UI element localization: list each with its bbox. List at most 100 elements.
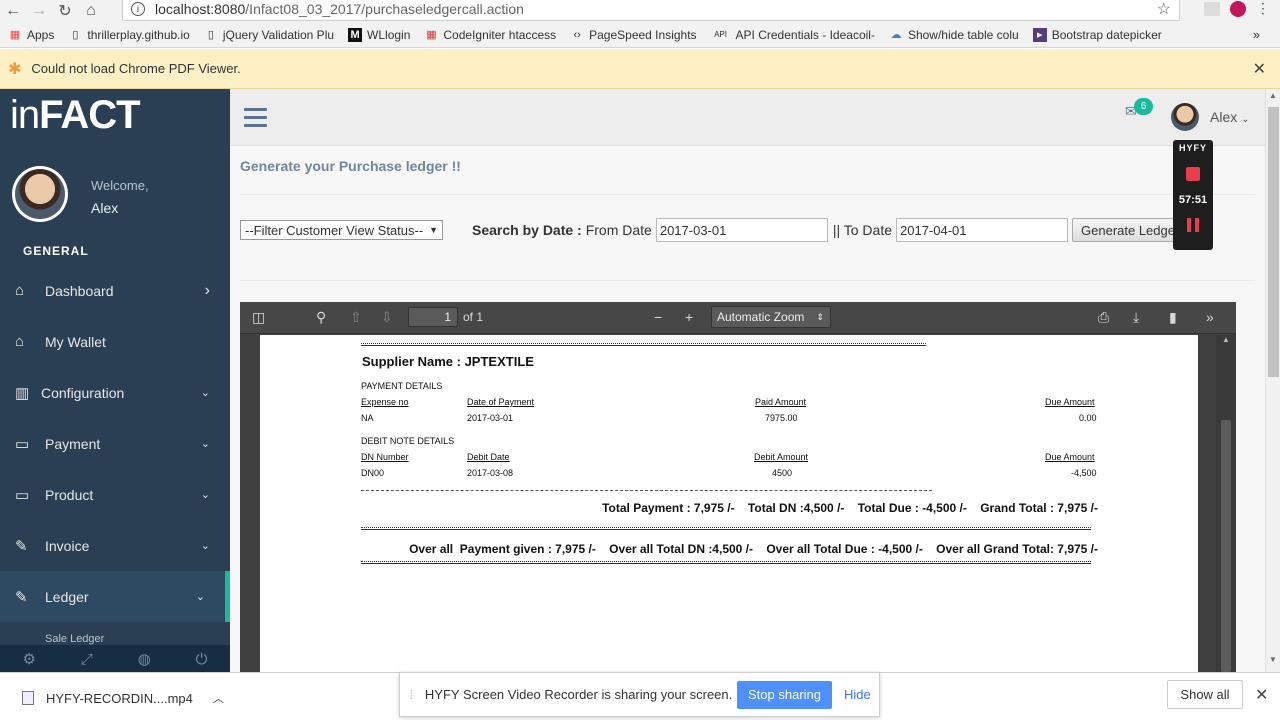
from-date-label: From Date — [585, 222, 652, 238]
menu-toggle-icon[interactable] — [244, 108, 267, 127]
payment-cell-paid: 7975.00 — [765, 413, 798, 423]
close-icon[interactable]: ✕ — [1255, 685, 1268, 705]
stop-record-icon[interactable] — [1186, 167, 1200, 181]
desktop-icon: ▭ — [15, 435, 30, 453]
close-icon[interactable]: ✕ — [1253, 59, 1266, 79]
bookmark-bootstrap-datepicker[interactable]: ▸ Bootstrap datepicker — [1032, 27, 1162, 42]
bookmark-icon[interactable]: ▮ — [1169, 309, 1177, 326]
share-message: HYFY Screen Video Recorder is sharing yo… — [424, 687, 733, 702]
sidebar-toggle-icon[interactable]: ◫ — [252, 309, 265, 326]
infobar-message: Could not load Chrome PDF Viewer. — [31, 61, 241, 76]
sidebar-item-payment[interactable]: ▭ Payment ⌄ — [0, 418, 230, 469]
pdf-scrollbar[interactable]: ▲ — [1216, 335, 1236, 672]
bookmark-wllogin[interactable]: M WLlogin — [348, 27, 410, 42]
more-bookmarks-icon[interactable]: » — [1253, 27, 1260, 42]
payment-details-title: PAYMENT DETAILS — [361, 381, 443, 391]
fullscreen-icon[interactable]: ⤢ — [81, 651, 93, 668]
drag-handle-icon[interactable]: ⦙ — [410, 687, 413, 703]
settings-icon[interactable]: ⚙ — [22, 650, 35, 668]
m-icon: M — [348, 27, 363, 42]
sidebar: inFACT Welcome, Alex GENERAL ⌂ Dashboard ›… — [0, 89, 230, 672]
chevron-down-icon: ⌄ — [200, 489, 210, 501]
divider — [240, 194, 1255, 195]
to-date-input[interactable]: 2017-04-01 — [896, 218, 1069, 242]
cloud-icon: ☁ — [890, 28, 902, 41]
search-icon[interactable]: ⚲ — [316, 309, 326, 326]
profile-extension-icon[interactable] — [1230, 0, 1246, 17]
back-icon[interactable]: ← — [0, 1, 26, 21]
stop-sharing-button[interactable]: Stop sharing — [737, 681, 832, 709]
download-icon[interactable]: ⤓ — [1133, 309, 1139, 326]
hide-button[interactable]: Hide — [844, 687, 871, 702]
next-page-icon[interactable]: ⇩ — [381, 309, 393, 326]
extension-icon[interactable] — [1204, 1, 1220, 16]
debit-cell-due: -4,500 — [1071, 468, 1097, 478]
pdf-scroll-thumb[interactable] — [1221, 420, 1231, 672]
debit-cell-amount: 4500 — [772, 468, 793, 478]
power-icon[interactable]: ⏻ — [196, 651, 208, 668]
submenu-item-sale-ledger[interactable]: Sale Ledger — [45, 633, 104, 645]
sidebar-item-my-wallet[interactable]: ⌂ My Wallet — [0, 316, 230, 367]
edit-icon: ✎ — [15, 537, 28, 555]
sidebar-item-product[interactable]: ▭ Product ⌄ — [0, 469, 230, 520]
scroll-down-icon[interactable]: ▼ — [1269, 655, 1277, 664]
payment-header-expense: Expense no — [361, 397, 409, 407]
bookmark-star-icon[interactable]: ☆ — [1157, 0, 1171, 19]
debit-cell-date: 2017-03-08 — [467, 468, 514, 478]
profile-avatar — [12, 166, 68, 222]
sidebar-item-configuration[interactable]: ▥ Configuration ⌄ — [0, 367, 230, 418]
user-avatar[interactable] — [1171, 103, 1199, 131]
bookmark-codeigniter[interactable]: ▦ CodeIgniter htaccess — [424, 28, 556, 42]
forward-icon[interactable]: → — [26, 1, 52, 21]
screen-recorder-widget: HYFY 57:51 — [1173, 140, 1213, 250]
bookmark-apps[interactable]: ▦ Apps — [8, 28, 55, 42]
scroll-up-icon[interactable]: ▲ — [1269, 91, 1277, 100]
reload-icon[interactable]: ↻ — [52, 1, 78, 21]
page-scrollbar[interactable]: ▲ ▼ — [1265, 89, 1280, 672]
chevron-up-icon[interactable]: ︿ — [213, 690, 224, 706]
chevron-down-icon: ⌄ — [200, 540, 210, 552]
bookmark-pagespeed[interactable]: ‹› PageSpeed Insights — [570, 28, 696, 42]
show-all-button[interactable]: Show all — [1167, 680, 1243, 709]
app-logo[interactable]: inFACT — [10, 93, 141, 138]
download-item[interactable]: HYFY-RECORDIN....mp4 ︿ — [22, 690, 224, 706]
payment-header-due: Due Amount — [1045, 397, 1095, 407]
eye-slash-icon[interactable]: ◍ — [138, 650, 151, 668]
debit-header-amount: Debit Amount — [754, 452, 809, 462]
divider — [240, 280, 1255, 281]
dashed-rule — [361, 490, 932, 491]
page-title: Generate your Purchase ledger !! — [240, 158, 461, 174]
customer-status-select[interactable]: --Filter Customer View Status-- ▼ — [240, 220, 443, 240]
print-icon[interactable]: ⎙ — [1098, 309, 1109, 326]
page-number-input[interactable]: 1 — [408, 307, 458, 327]
menu-dots-icon[interactable]: ⋮ — [1256, 0, 1270, 17]
from-date-input[interactable]: 2017-03-01 — [655, 218, 828, 242]
sidebar-menu: ⌂ Dashboard › ⌂ My Wallet ▥ Configuration ⌄ ▭… — [0, 265, 230, 622]
search-by-date-label: Search by Date : — [472, 222, 582, 238]
bookmark-show-hide[interactable]: ☁ Show/hide table colu — [889, 28, 1018, 42]
sidebar-item-invoice[interactable]: ✎ Invoice ⌄ — [0, 520, 230, 571]
bookmark-api-credentials[interactable]: API API Credentials - Ideacoil- — [711, 28, 875, 42]
scroll-up-icon[interactable]: ▲ — [1222, 335, 1230, 344]
generate-ledger-button[interactable]: Generate Ledger — [1072, 218, 1189, 242]
home-icon[interactable]: ⌂ — [78, 1, 104, 21]
tools-icon[interactable]: » — [1206, 309, 1214, 325]
zoom-in-icon[interactable]: + — [685, 309, 693, 325]
sidebar-item-ledger[interactable]: ✎ Ledger ⌄ — [0, 571, 230, 622]
bookmark-thrillerplay[interactable]: ▯ thrillerplay.github.io — [68, 28, 190, 42]
dotted-rule — [361, 343, 926, 346]
sidebar-item-dashboard[interactable]: ⌂ Dashboard › — [0, 265, 230, 316]
user-menu[interactable]: Alex ⌄ — [1210, 109, 1250, 125]
previous-page-icon[interactable]: ⇧ — [350, 309, 362, 326]
bookmark-jquery-validation[interactable]: ▯ jQuery Validation Plu — [204, 28, 334, 42]
info-icon[interactable]: i — [131, 2, 145, 16]
pause-icon[interactable] — [1187, 218, 1199, 232]
page-scroll-thumb[interactable] — [1268, 107, 1279, 377]
zoom-out-icon[interactable]: − — [654, 309, 662, 325]
address-bar[interactable]: i localhost:8080/Infact08_03_2017/purcha… — [122, 0, 1180, 21]
grid-icon: ▦ — [426, 28, 437, 41]
home-icon: ⌂ — [15, 282, 25, 299]
page-icon: ▯ — [72, 28, 79, 41]
zoom-select[interactable]: Automatic Zoom ⇕ — [711, 306, 831, 328]
bookmarks-bar: ▦ Apps ▯ thrillerplay.github.io ▯ jQuery Va… — [0, 22, 1280, 48]
